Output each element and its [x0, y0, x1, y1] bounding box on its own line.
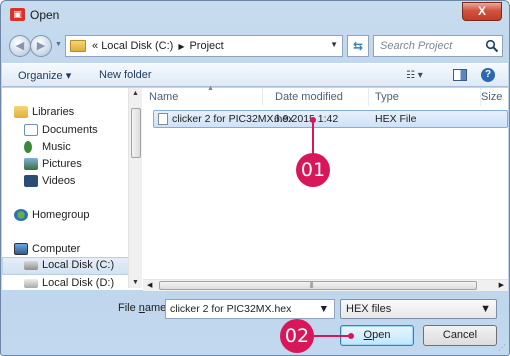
nav-music[interactable]: Music	[24, 141, 71, 154]
address-dropdown-icon[interactable]: ▼	[330, 40, 338, 49]
scroll-left-icon[interactable]: ◀	[147, 281, 152, 289]
nav-scroll-thumb[interactable]	[131, 108, 141, 158]
refresh-button[interactable]: ⇆	[347, 35, 369, 57]
nav-videos-label: Videos	[42, 175, 76, 187]
nav-music-label: Music	[42, 141, 71, 153]
nav-disk-d-label: Local Disk (D:)	[42, 277, 115, 289]
hex-file-icon	[158, 113, 168, 125]
filename-label: File name:	[118, 302, 170, 314]
back-button[interactable]: ◀	[9, 35, 31, 57]
filename-dropdown-icon[interactable]: ▼	[319, 303, 329, 315]
close-button[interactable]: X	[462, 2, 502, 21]
drive-c-icon	[24, 260, 38, 270]
folder-icon	[70, 40, 86, 52]
column-type-label: Type	[375, 91, 399, 103]
homegroup-icon	[14, 209, 28, 222]
nav-homegroup[interactable]: Homegroup	[14, 209, 90, 222]
callout-badge-01: 01	[296, 153, 330, 187]
organize-button[interactable]: Organize ▾	[18, 69, 71, 82]
callout-badge-02: 02	[280, 319, 314, 353]
help-icon[interactable]: ?	[481, 68, 495, 82]
sort-ascending-icon: ▲	[207, 85, 214, 92]
filetype-dropdown-icon[interactable]: ▼	[480, 303, 491, 315]
nav-computer[interactable]: Computer	[14, 243, 81, 256]
filetype-value: HEX files	[346, 303, 392, 315]
search-icon[interactable]	[485, 39, 499, 53]
address-row: ◀ ▶ ▼ « Local Disk (C:) ▶ Project ▼ ⇆ Sear…	[9, 33, 503, 59]
documents-icon	[24, 124, 38, 137]
filename-row: File name: clicker 2 for PIC32MX.hex ▼ H…	[1, 297, 509, 321]
column-size-label: Size	[481, 91, 503, 103]
nav-disk-c-label: Local Disk (C:)	[42, 259, 115, 271]
recent-pages-dropdown[interactable]: ▼	[55, 41, 62, 48]
column-date-label: Date modified	[275, 91, 343, 103]
command-toolbar: Organize ▾ New folder ☷ ▾ ?	[2, 63, 508, 87]
callout-02-line	[313, 335, 351, 337]
videos-icon	[24, 175, 38, 188]
search-placeholder: Search Project	[380, 40, 453, 52]
filename-field[interactable]: clicker 2 for PIC32MX.hex ▼	[165, 299, 335, 319]
open-dialog: ▣ Open X ◀ ▶ ▼ « Local Disk (C:) ▶ Project…	[0, 0, 510, 356]
table-row[interactable]: clicker 2 for PIC32MX.hex 6.9.2015 1:42 …	[153, 110, 508, 128]
search-input[interactable]: Search Project	[373, 35, 503, 57]
navigation-pane: Libraries Documents Music Pictures Video…	[2, 88, 142, 289]
nav-local-disk-d[interactable]: Local Disk (D:)	[24, 277, 114, 289]
nav-documents-label: Documents	[42, 124, 98, 136]
resize-grip-icon[interactable]: ⋰	[498, 343, 506, 352]
horizontal-scrollbar[interactable]: ◀ ⦀ ▶	[143, 279, 508, 291]
column-name-label: Name	[149, 91, 179, 103]
file-list: ▲ Name Date modified Type Size clicker 2…	[143, 85, 509, 278]
new-folder-button[interactable]: New folder	[99, 69, 152, 81]
breadcrumb-local-disk[interactable]: Local Disk (C:)	[101, 40, 173, 52]
drive-d-icon	[24, 278, 38, 288]
scroll-right-icon[interactable]: ▶	[499, 281, 504, 289]
computer-icon	[14, 243, 28, 256]
nav-libraries[interactable]: Libraries	[14, 106, 75, 119]
nav-pictures[interactable]: Pictures	[24, 158, 82, 171]
nav-documents[interactable]: Documents	[24, 124, 98, 137]
column-header-name[interactable]: ▲ Name	[143, 85, 263, 106]
music-icon	[24, 141, 32, 154]
scroll-up-icon[interactable]: ▲	[132, 90, 139, 97]
nav-videos[interactable]: Videos	[24, 175, 76, 188]
preview-pane-icon[interactable]	[453, 69, 467, 81]
app-icon: ▣	[10, 8, 25, 21]
file-date: 6.9.2015 1:42	[274, 113, 339, 125]
callout-02-anchor	[348, 333, 354, 339]
forward-button[interactable]: ▶	[30, 35, 52, 57]
horizontal-scroll-thumb[interactable]: ⦀	[159, 281, 477, 290]
chevron-right-icon[interactable]: ▶	[178, 42, 184, 51]
grip-icon: ⦀	[310, 281, 314, 290]
nav-scrollbar[interactable]: ▲ ▼	[128, 88, 142, 288]
dialog-body: Libraries Documents Music Pictures Video…	[2, 85, 509, 291]
breadcrumb-project[interactable]: Project	[189, 40, 223, 52]
filetype-select[interactable]: HEX files ▼	[340, 299, 497, 319]
nav-homegroup-label: Homegroup	[32, 209, 90, 221]
column-header-type[interactable]: Type	[369, 88, 481, 106]
nav-libraries-label: Libraries	[32, 106, 75, 118]
breadcrumb-overflow[interactable]: «	[92, 40, 98, 52]
nav-local-disk-c[interactable]: Local Disk (C:)	[24, 259, 114, 271]
scroll-down-icon[interactable]: ▼	[132, 279, 139, 286]
nav-computer-label: Computer	[32, 243, 81, 255]
nav-pictures-label: Pictures	[42, 158, 82, 170]
libraries-icon	[14, 106, 28, 119]
breadcrumb: « Local Disk (C:) ▶ Project	[92, 40, 224, 52]
file-type: HEX File	[375, 113, 417, 125]
cancel-button[interactable]: Cancel	[423, 325, 497, 346]
column-header-size[interactable]: Size	[475, 88, 509, 106]
callout-01-line	[312, 120, 314, 154]
column-header-date[interactable]: Date modified	[269, 88, 369, 106]
change-view-icon[interactable]: ☷ ▾	[406, 70, 423, 81]
address-bar[interactable]: « Local Disk (C:) ▶ Project ▼	[65, 35, 343, 57]
title-bar: ▣ Open X	[1, 1, 509, 29]
window-title: Open	[30, 8, 60, 22]
pictures-icon	[24, 158, 38, 171]
filename-value: clicker 2 for PIC32MX.hex	[170, 303, 292, 315]
